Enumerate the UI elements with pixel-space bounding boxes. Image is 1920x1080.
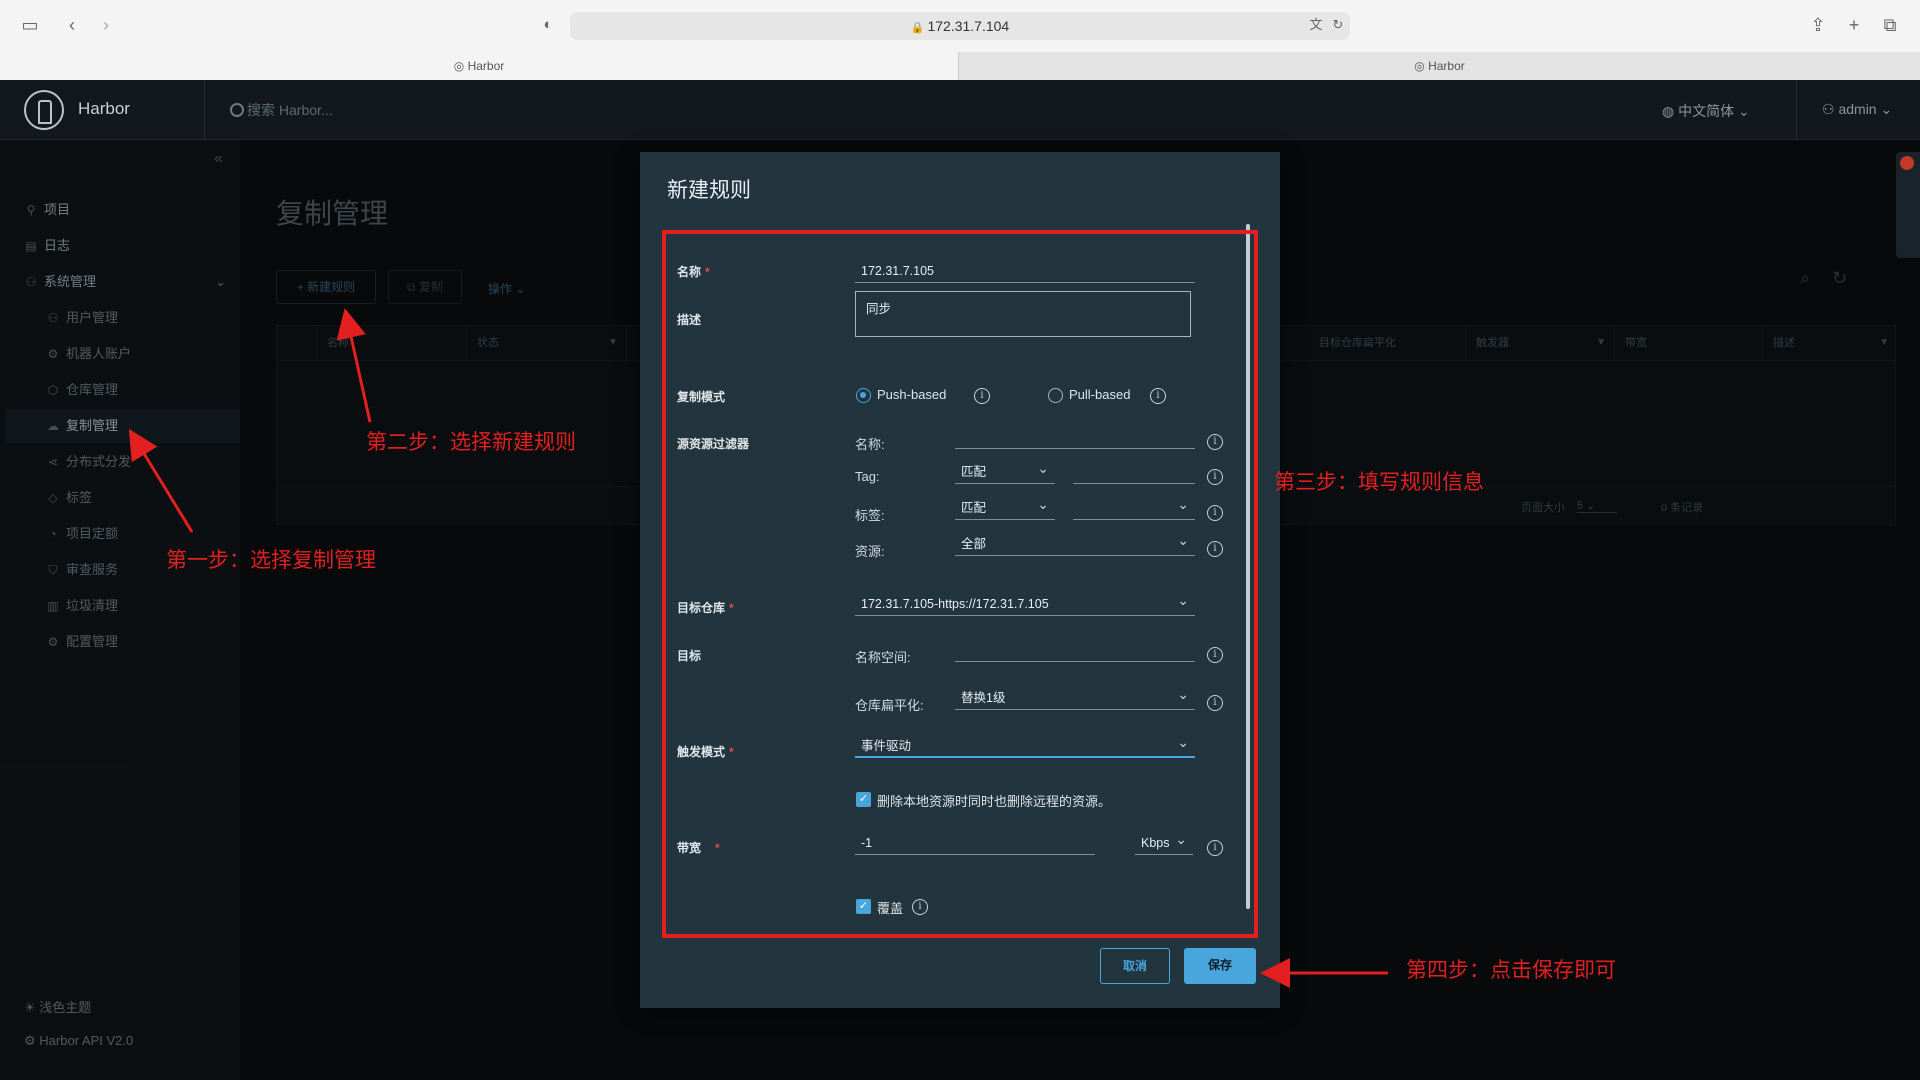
search-icon — [230, 103, 244, 117]
address-bar[interactable]: 🔒 172.31.7.104 — [570, 12, 1350, 40]
privacy-shield-icon[interactable]: ◐ — [536, 14, 560, 36]
tab-title: Harbor — [1428, 59, 1465, 73]
user-name: admin — [1838, 101, 1877, 117]
user-menu[interactable]: ⚇ admin ⌄ — [1822, 101, 1892, 118]
side-panel-tab[interactable] — [1896, 152, 1920, 258]
header-divider — [1796, 80, 1797, 140]
new-tab-icon[interactable]: + — [1842, 14, 1866, 36]
harbor-logo-icon[interactable] — [24, 90, 64, 130]
app-header: Harbor 搜索 Harbor... ◍ 中文简体 ⌄ ⚇ admin ⌄ — [0, 80, 1920, 140]
language-label: 中文简体 — [1678, 103, 1735, 119]
global-search[interactable]: 搜索 Harbor... — [230, 100, 333, 120]
translate-icon[interactable]: 文 — [1304, 14, 1328, 36]
harbor-favicon-icon: ◎ — [1414, 59, 1425, 73]
step3-annotation: 第三步：填写规则信息 — [1274, 471, 1484, 494]
step1-annotation: 第一步：选择复制管理 — [166, 549, 376, 572]
search-placeholder: 搜索 Harbor... — [247, 102, 333, 118]
brand-name[interactable]: Harbor — [78, 99, 130, 119]
language-switcher[interactable]: ◍ 中文简体 ⌄ — [1662, 101, 1750, 121]
cancel-button[interactable]: 取消 — [1100, 948, 1170, 984]
browser-chrome: ▭ ‹ › ◐ 🔒 172.31.7.104 文 ↻ ⇪ + ⧉ ◎ Harbor… — [0, 0, 1920, 80]
chevron-down-icon: ⌄ — [1880, 101, 1893, 117]
reload-icon[interactable]: ↻ — [1326, 14, 1350, 36]
share-icon[interactable]: ⇪ — [1806, 14, 1830, 36]
user-icon: ⚇ — [1822, 101, 1835, 117]
tab-overview-icon[interactable]: ⧉ — [1878, 14, 1902, 36]
form-highlight-box — [662, 230, 1258, 938]
header-divider — [204, 80, 205, 140]
lock-icon: 🔒 — [910, 22, 925, 34]
forward-icon[interactable]: › — [94, 14, 118, 36]
url-text: 172.31.7.104 — [927, 18, 1010, 34]
back-icon[interactable]: ‹ — [60, 14, 84, 36]
step2-annotation: 第二步：选择新建规则 — [366, 431, 576, 454]
tab-title: Harbor — [467, 59, 505, 73]
save-button[interactable]: 保存 — [1184, 948, 1256, 984]
step4-annotation: 第四步：点击保存即可 — [1406, 959, 1616, 982]
dialog-title: 新建规则 — [667, 179, 751, 202]
harbor-favicon-icon: ◎ — [453, 59, 465, 73]
browser-tab-2[interactable]: ◎ Harbor — [958, 52, 1920, 80]
sidebar-toggle-icon[interactable]: ▭ — [18, 14, 42, 36]
chevron-down-icon: ⌄ — [1738, 103, 1750, 119]
browser-tab-1[interactable]: ◎ Harbor — [0, 52, 958, 80]
globe-icon: ◍ — [1662, 103, 1675, 119]
